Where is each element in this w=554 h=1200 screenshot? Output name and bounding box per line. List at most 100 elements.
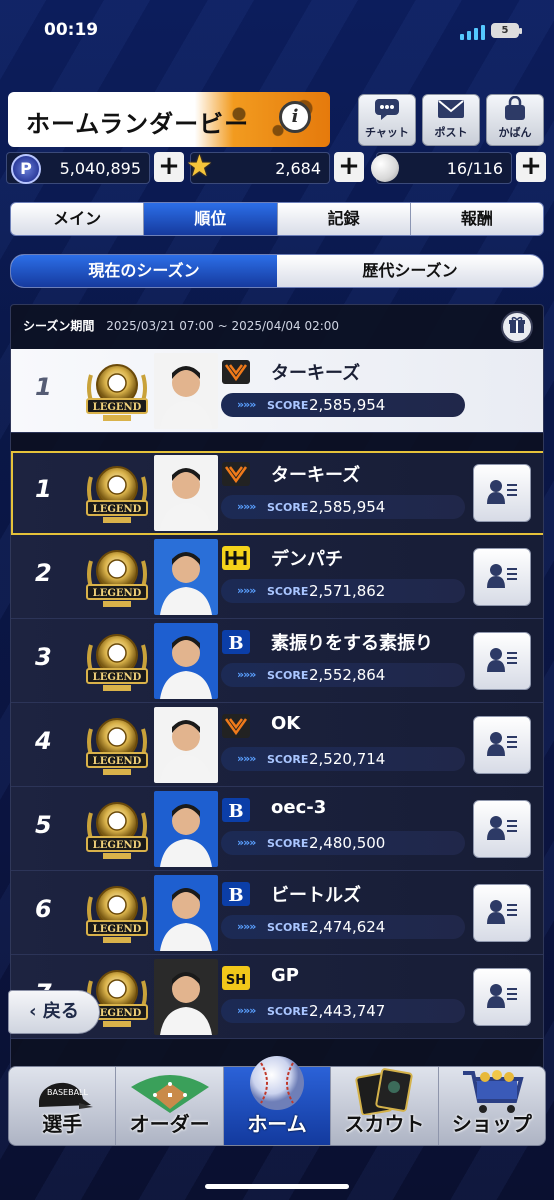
- post-button-label: ポスト: [434, 126, 468, 139]
- svg-text:LEGEND: LEGEND: [93, 840, 142, 851]
- tab-past-seasons[interactable]: 歴代シーズン: [277, 255, 543, 287]
- score-chevron-icon: »»»: [237, 920, 256, 933]
- legend-emblem-icon: LEGEND: [81, 457, 153, 529]
- season-period: シーズン期間 2025/03/21 07:00 ~ 2025/04/04 02:…: [23, 317, 339, 334]
- chevron-left-icon: ‹: [29, 1001, 37, 1022]
- nav-home[interactable]: ホーム: [223, 1056, 332, 1145]
- chat-button[interactable]: チャット: [358, 94, 416, 146]
- player-name: 素振りをする素振り: [271, 633, 433, 654]
- rank-number: 4: [35, 727, 52, 755]
- profile-button[interactable]: [473, 548, 531, 606]
- legend-emblem-icon: LEGEND: [81, 709, 153, 781]
- ranking-row[interactable]: 1 LEGEND ターキーズ »»» SCORE 2,585,954: [11, 349, 543, 433]
- rank-number: 1: [35, 373, 52, 401]
- team-logo-icon: B: [221, 629, 261, 659]
- status-time: 00:19: [44, 20, 99, 40]
- profile-card-icon: [485, 812, 519, 846]
- svg-text:B: B: [228, 885, 243, 906]
- score-label: SCORE: [267, 921, 309, 934]
- ranking-row[interactable]: 6 LEGEND B ビートルズ »»» SCORE 2,474,624: [11, 871, 543, 955]
- svg-text:LEGEND: LEGEND: [93, 402, 142, 413]
- profile-button[interactable]: [473, 800, 531, 858]
- nav-order[interactable]: オーダー: [116, 1067, 224, 1145]
- nav-shop-label: ショップ: [451, 1112, 532, 1136]
- rank-number: 3: [35, 643, 52, 671]
- profile-card-icon: [485, 644, 519, 678]
- score-chevron-icon: »»»: [237, 668, 256, 681]
- team-logo-icon: [221, 461, 261, 491]
- nav-players[interactable]: BASEBALL 選手: [9, 1067, 117, 1145]
- score-value: 2,480,500: [309, 834, 386, 852]
- player-name: ターキーズ: [271, 363, 361, 384]
- svg-text:LEGEND: LEGEND: [93, 756, 142, 767]
- profile-card-icon: [485, 560, 519, 594]
- player-avatar: [154, 455, 218, 531]
- profile-card-icon: [485, 896, 519, 930]
- profile-button[interactable]: [473, 632, 531, 690]
- points-box: P 5,040,895: [6, 152, 150, 184]
- profile-card-icon: [485, 728, 519, 762]
- post-button[interactable]: ポスト: [422, 94, 480, 146]
- ranking-row[interactable]: 2 LEGEND デンパチ »»» SCORE 2,571,862: [11, 535, 543, 619]
- status-bar: 00:19 5: [0, 0, 554, 60]
- profile-button[interactable]: [473, 464, 531, 522]
- score-label: SCORE: [267, 585, 309, 598]
- score-label: SCORE: [267, 1005, 309, 1018]
- score-label: SCORE: [267, 837, 309, 850]
- profile-button[interactable]: [473, 968, 531, 1026]
- season-period-label: シーズン期間: [23, 319, 95, 333]
- player-name: OK: [271, 713, 301, 734]
- score-value: 2,520,714: [309, 750, 386, 768]
- score-bar: »»» SCORE 2,443,747: [221, 999, 465, 1023]
- team-logo-icon: B: [221, 881, 261, 911]
- nav-scout-label: スカウト: [344, 1112, 425, 1136]
- svg-text:B: B: [228, 801, 243, 822]
- bag-button[interactable]: かばん: [486, 94, 544, 146]
- player-name: デンパチ: [271, 549, 343, 570]
- score-bar: »»» SCORE 2,585,954: [221, 495, 465, 519]
- rank-number: 2: [35, 559, 52, 587]
- score-bar: »»» SCORE 2,571,862: [221, 579, 465, 603]
- score-value: 2,585,954: [309, 498, 386, 516]
- ranking-row[interactable]: 3 LEGEND B 素振りをする素振り »»» SCORE 2,552,864: [11, 619, 543, 703]
- profile-button[interactable]: [473, 884, 531, 942]
- gift-button[interactable]: [501, 311, 533, 343]
- player-avatar: [154, 623, 218, 699]
- ranking-row[interactable]: 5 LEGEND B oec-3 »»» SCORE 2,480,500: [11, 787, 543, 871]
- team-logo-icon: [221, 359, 261, 389]
- profile-card-icon: [485, 476, 519, 510]
- ranking-row[interactable]: 1 LEGEND ターキーズ »»» SCORE 2,585,954: [11, 451, 543, 535]
- nav-scout[interactable]: スカウト: [331, 1067, 439, 1145]
- tab-rewards[interactable]: 報酬: [411, 203, 543, 235]
- ranking-row[interactable]: 4 LEGEND OK »»» SCORE 2,520,714: [11, 703, 543, 787]
- legend-emblem-icon: LEGEND: [81, 355, 153, 427]
- bag-button-label: かばん: [498, 126, 532, 139]
- tab-main[interactable]: メイン: [11, 203, 145, 235]
- player-name: GP: [271, 965, 299, 986]
- add-stars-button[interactable]: +: [334, 152, 364, 182]
- add-points-button[interactable]: +: [154, 152, 184, 182]
- score-value: 2,571,862: [309, 582, 386, 600]
- score-value: 2,443,747: [309, 1002, 386, 1020]
- tab-current-season[interactable]: 現在のシーズン: [11, 255, 277, 287]
- nav-shop[interactable]: ショップ: [439, 1067, 545, 1145]
- stars-value: 2,684: [275, 159, 321, 178]
- add-balls-button[interactable]: +: [516, 152, 546, 182]
- back-button[interactable]: ‹ 戻る: [8, 990, 100, 1034]
- info-button[interactable]: i: [279, 101, 311, 133]
- tab-records[interactable]: 記録: [278, 203, 411, 235]
- score-chevron-icon: »»»: [237, 752, 256, 765]
- score-label: SCORE: [267, 399, 309, 412]
- score-label: SCORE: [267, 753, 309, 766]
- balls-value: 16/116: [446, 159, 503, 178]
- player-avatar: [154, 707, 218, 783]
- tab-ranking[interactable]: 順位: [144, 203, 278, 235]
- player-avatar: [154, 959, 218, 1035]
- season-tabs: 現在のシーズン 歴代シーズン: [10, 254, 544, 288]
- nav-order-label: オーダー: [129, 1112, 210, 1136]
- score-label: SCORE: [267, 501, 309, 514]
- legend-emblem-icon: LEGEND: [81, 625, 153, 697]
- chat-button-label: チャット: [365, 126, 409, 139]
- score-bar: »»» SCORE 2,585,954: [221, 393, 465, 417]
- profile-button[interactable]: [473, 716, 531, 774]
